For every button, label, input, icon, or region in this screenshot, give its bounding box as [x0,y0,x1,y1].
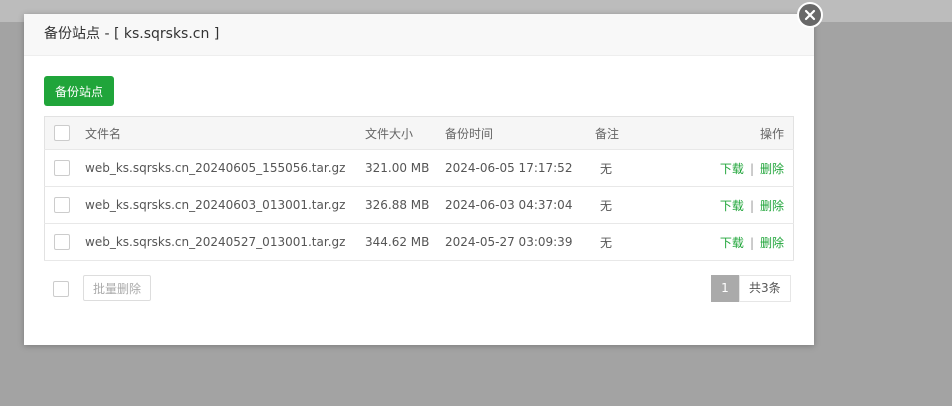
close-icon [804,9,816,21]
cell-size: 321.00 MB [365,149,445,187]
close-button[interactable] [797,2,823,28]
cell-actions: 下载 | 删除 [675,223,794,261]
table-row: web_ks.sqrsks.cn_20240527_013001.tar.gz … [44,223,794,261]
action-separator: | [749,161,754,176]
column-actions: 操作 [675,116,794,150]
action-separator: | [749,235,754,250]
cell-size: 344.62 MB [365,223,445,261]
column-note: 备注 [595,116,675,150]
delete-link[interactable]: 删除 [760,236,784,250]
table-row: web_ks.sqrsks.cn_20240605_155056.tar.gz … [44,149,794,187]
dialog-title: 备份站点 - [ ks.sqrsks.cn ] [24,14,814,56]
backup-dialog: 备份站点 - [ ks.sqrsks.cn ] 备份站点 文件名 文件大小 备份… [24,14,814,345]
backup-table: 文件名 文件大小 备份时间 备注 操作 web_ks.sqrsks.cn_202… [44,116,794,261]
action-separator: | [749,198,754,213]
delete-link[interactable]: 删除 [760,162,784,176]
download-link[interactable]: 下载 [720,236,744,250]
page-1-button[interactable]: 1 [711,275,739,302]
backup-site-button[interactable]: 备份站点 [44,76,114,106]
select-all-checkbox[interactable] [54,125,70,141]
batch-delete-button[interactable]: 批量删除 [83,275,151,301]
pagination: 1 共3条 [711,275,791,302]
table-row: web_ks.sqrsks.cn_20240603_013001.tar.gz … [44,186,794,224]
column-time: 备份时间 [445,116,595,150]
cell-time: 2024-06-03 04:37:04 [445,186,595,224]
column-filename: 文件名 [85,116,365,150]
cell-time: 2024-05-27 03:09:39 [445,223,595,261]
cell-time: 2024-06-05 17:17:52 [445,149,595,187]
download-link[interactable]: 下载 [720,162,744,176]
table-header-row: 文件名 文件大小 备份时间 备注 操作 [44,116,794,150]
delete-link[interactable]: 删除 [760,199,784,213]
cell-filename: web_ks.sqrsks.cn_20240603_013001.tar.gz [85,186,365,224]
row-checkbox[interactable] [54,234,70,250]
footer-select-checkbox[interactable] [53,281,69,297]
cell-note: 无 [595,186,675,224]
row-checkbox[interactable] [54,197,70,213]
cell-actions: 下载 | 删除 [675,149,794,187]
download-link[interactable]: 下载 [720,199,744,213]
cell-filename: web_ks.sqrsks.cn_20240527_013001.tar.gz [85,223,365,261]
total-count: 共3条 [739,275,791,302]
column-size: 文件大小 [365,116,445,150]
cell-note: 无 [595,223,675,261]
cell-actions: 下载 | 删除 [675,186,794,224]
row-checkbox[interactable] [54,160,70,176]
cell-size: 326.88 MB [365,186,445,224]
cell-filename: web_ks.sqrsks.cn_20240605_155056.tar.gz [85,149,365,187]
cell-note: 无 [595,149,675,187]
